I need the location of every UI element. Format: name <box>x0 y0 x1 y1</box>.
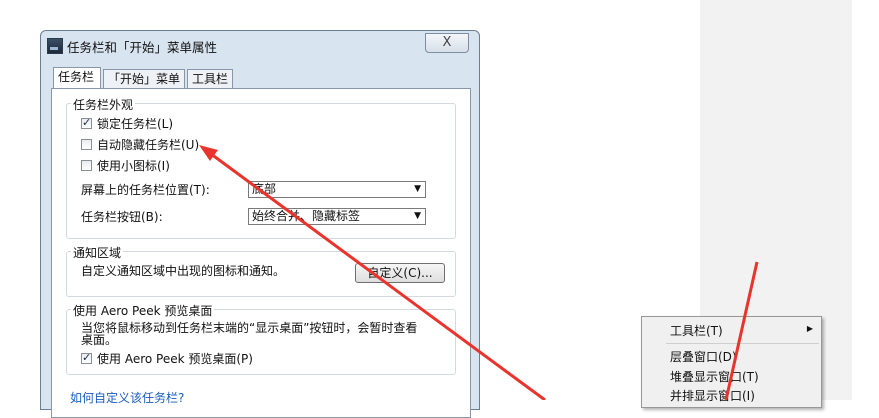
autohide-label: 自动隐藏任务栏(U) <box>97 138 200 152</box>
menu-item-cascade[interactable]: 层叠窗口(D) <box>670 348 737 365</box>
close-button[interactable]: X <box>425 33 469 53</box>
small-icons-checkbox[interactable] <box>81 160 92 171</box>
buttons-select[interactable]: 始终合并、隐藏标签 ▼ <box>248 208 426 225</box>
help-link[interactable]: 如何自定义该任务栏? <box>70 389 184 406</box>
title-bar: 任务栏和「开始」菜单属性 X <box>41 31 479 61</box>
submenu-arrow-icon: ▶ <box>806 324 813 333</box>
lock-taskbar-label: 锁定任务栏(L) <box>97 117 174 131</box>
autohide-checkbox[interactable] <box>81 139 92 150</box>
menu-item-side-by-side[interactable]: 并排显示窗口(I) <box>670 387 755 404</box>
aero-desc-line1: 当您将鼠标移动到任务栏末端的“显示桌面”按钮时，会暂时查看 <box>81 321 418 335</box>
buttons-label: 任务栏按钮(B): <box>81 210 163 224</box>
location-value: 底部 <box>252 182 277 196</box>
dialog-title: 任务栏和「开始」菜单属性 <box>67 40 218 55</box>
aero-peek-label: 使用 Aero Peek 预览桌面(P) <box>97 352 253 366</box>
dropdown-arrow-icon: ▼ <box>414 211 421 221</box>
tab-taskbar[interactable]: 任务栏 <box>53 67 101 88</box>
aero-desc-line2: 桌面。 <box>81 333 118 347</box>
menu-item-toolbars-label: 工具栏(T) <box>670 324 723 338</box>
notification-desc: 自定义通知区域中出现的图标和通知。 <box>81 264 286 278</box>
small-icons-label: 使用小图标(I) <box>97 159 170 173</box>
taskbar-properties-dialog: 任务栏和「开始」菜单属性 X 任务栏 「开始」菜单 工具栏 任务栏外观 锁定任务… <box>40 30 480 418</box>
location-label: 屏幕上的任务栏位置(T): <box>81 183 210 197</box>
menu-separator <box>666 343 819 344</box>
taskbar-context-menu: 工具栏(T) ▶ 层叠窗口(D) 堆叠显示窗口(T) 并排显示窗口(I) <box>641 316 822 408</box>
menu-item-stack[interactable]: 堆叠显示窗口(T) <box>670 368 759 385</box>
lock-taskbar-checkbox[interactable] <box>81 116 92 129</box>
taskbar-icon <box>47 38 63 54</box>
aero-peek-checkbox[interactable] <box>81 351 92 364</box>
aero-peek-group: 使用 Aero Peek 预览桌面 当您将鼠标移动到任务栏末端的“显示桌面”按钮… <box>66 302 456 375</box>
menu-item-toolbars[interactable]: 工具栏(T) <box>670 322 723 339</box>
group-title-appearance: 任务栏外观 <box>71 96 136 113</box>
group-title-notification: 通知区域 <box>71 244 124 261</box>
group-title-aero: 使用 Aero Peek 预览桌面 <box>71 302 215 319</box>
dropdown-arrow-icon: ▼ <box>414 184 421 194</box>
buttons-value: 始终合并、隐藏标签 <box>252 209 361 223</box>
tab-start-menu[interactable]: 「开始」菜单 <box>103 69 185 88</box>
customize-button[interactable]: 自定义(C)... <box>355 263 445 283</box>
location-select[interactable]: 底部 ▼ <box>248 181 426 198</box>
taskbar-tab-panel: 任务栏外观 锁定任务栏(L) 自动隐藏任务栏(U) 使用小图标(I) 屏幕上的任… <box>51 88 471 418</box>
taskbar-appearance-group: 任务栏外观 锁定任务栏(L) 自动隐藏任务栏(U) 使用小图标(I) 屏幕上的任… <box>66 96 456 239</box>
tab-toolbars[interactable]: 工具栏 <box>187 69 233 88</box>
notification-area-group: 通知区域 自定义通知区域中出现的图标和通知。 自定义(C)... <box>66 244 456 297</box>
